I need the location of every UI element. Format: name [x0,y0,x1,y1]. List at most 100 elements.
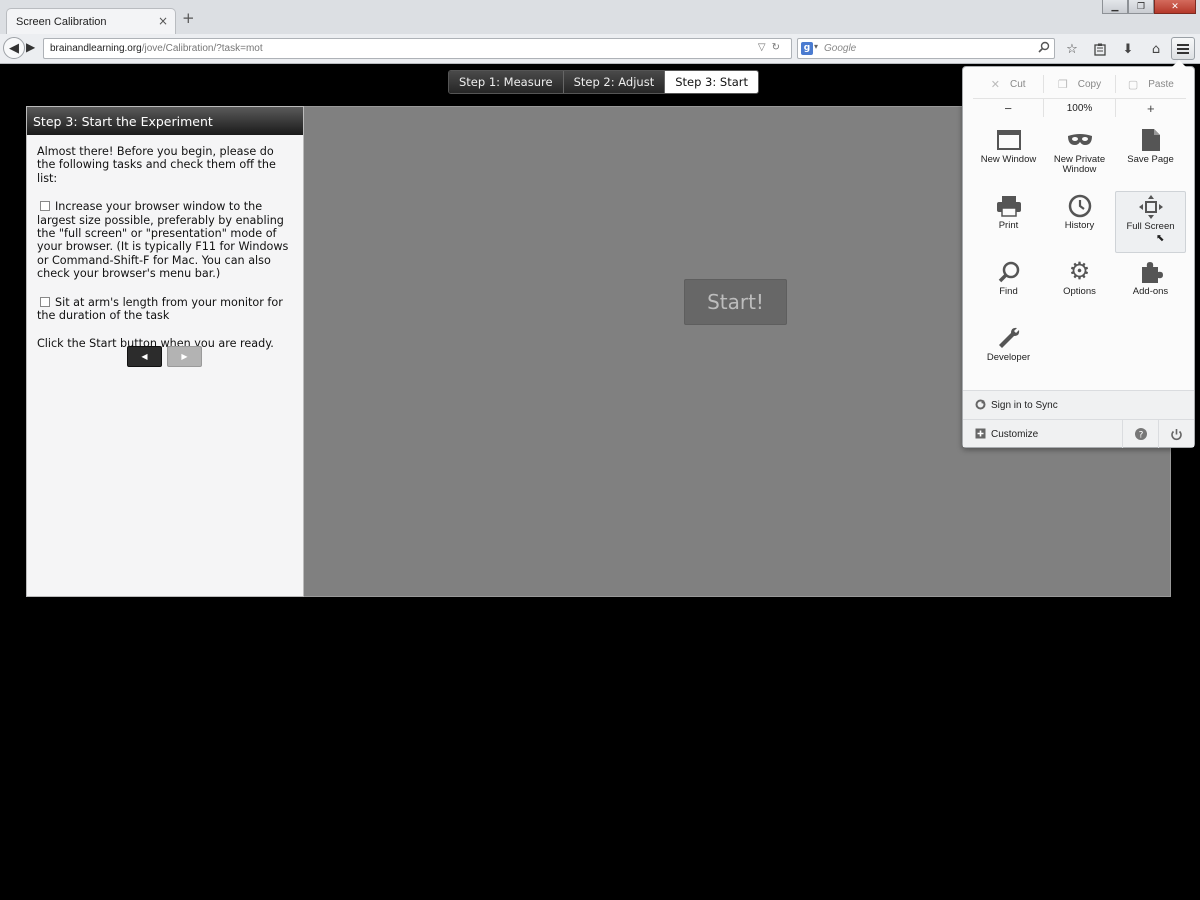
sign-in-sync-row[interactable]: Sign in to Sync [963,390,1194,419]
full-screen-icon [1116,192,1185,222]
menu-arrow [1172,60,1186,67]
help-button[interactable]: ? [1122,420,1158,448]
task-text-fullscreen: Increase your browser window to the larg… [37,200,289,281]
intro-text: Almost there! Before you begin, please d… [37,145,276,185]
caret-right-icon: ▶ [181,352,188,361]
step-adjust-tab[interactable]: Step 2: Adjust [563,71,666,93]
copy-label: Copy [1077,78,1102,90]
task-item-fullscreen: Increase your browser window to the larg… [37,200,293,280]
menu-item-developer[interactable]: Developer [973,323,1044,385]
home-icon[interactable]: ⌂ [1146,40,1166,58]
new-tab-button[interactable]: + [182,11,195,26]
menu-item-label: Save Page [1127,154,1174,165]
menu-item-new-private-window[interactable]: New Private Window [1044,125,1115,187]
menu-item-full-screen[interactable]: Full Screen ⬉ [1115,191,1186,253]
menu-item-label: Print [998,220,1019,231]
task-text-distance: Sit at arm's length from your monitor fo… [37,295,283,323]
developer-icon [973,323,1044,353]
next-step-button[interactable]: ▶ [167,346,202,367]
zoom-out-button[interactable]: − [973,99,1045,117]
menu-item-label: Find [999,286,1018,297]
start-button[interactable]: Start! [684,279,787,325]
open-menu-button[interactable] [1171,37,1195,60]
menu-item-label: Developer [986,352,1031,363]
task-checkbox-distance[interactable] [40,296,50,307]
sign-in-label: Sign in to Sync [991,400,1058,411]
engine-dropdown-icon[interactable]: ▾ [814,42,818,51]
customize-button[interactable]: Customize [991,429,1038,440]
menu-item-label: Full Screen [1126,221,1175,232]
step-navigation: Step 1: Measure Step 2: Adjust Step 3: S… [448,70,759,94]
bookmark-star-icon[interactable]: ☆ [1062,40,1082,58]
menu-item-options[interactable]: ⚙ Options [1044,257,1115,319]
step-start-tab[interactable]: Step 3: Start [665,71,758,93]
mouse-cursor-icon: ⬉ [1156,233,1165,244]
customize-plus-icon [975,428,986,439]
menu-item-label: Add-ons [1132,286,1169,297]
task-item-distance: Sit at arm's length from your monitor fo… [37,296,293,323]
close-window-icon[interactable]: ✕ [1154,0,1196,14]
find-icon [973,257,1044,287]
menu-item-label: History [1064,220,1095,231]
downloads-icon[interactable]: ⬇ [1118,40,1138,58]
add-ons-icon [1115,257,1186,287]
new-window-icon [973,125,1044,155]
help-icon: ? [1134,428,1147,441]
menu-item-new-window[interactable]: New Window [973,125,1044,187]
step-measure-tab[interactable]: Step 1: Measure [449,71,564,93]
back-arrow-icon[interactable]: ◀ [3,37,25,59]
panel-heading: Step 3: Start the Experiment [27,107,303,135]
window-controls: ▁ ❐ ✕ [1102,0,1196,14]
menu-item-history[interactable]: History [1044,191,1115,253]
maximize-icon[interactable]: ❐ [1128,0,1154,14]
menu-item-save-page[interactable]: Save Page [1115,125,1186,187]
url-bar[interactable]: brainandlearning.org/jove/Calibration/?t… [43,38,792,59]
zoom-controls: − 100% + [973,98,1186,117]
menu-item-find[interactable]: Find [973,257,1044,319]
panel-body: Almost there! Before you begin, please d… [27,135,303,376]
customize-row: Customize ? [963,419,1194,448]
reload-icon[interactable]: ↻ [772,42,786,53]
instructions-panel: Step 3: Start the Experiment Almost ther… [26,106,304,597]
menu-item-add-ons[interactable]: Add-ons [1115,257,1186,319]
paste-button[interactable]: ▢ Paste [1116,75,1186,93]
menu-item-label: Options [1063,286,1096,297]
url-path: /jove/Calibration/?task=mot [141,43,263,54]
caret-left-icon: ◀ [141,352,148,361]
search-placeholder: Google [824,43,857,54]
tab-title: Screen Calibration [16,16,107,28]
zoom-reset-button[interactable]: 100% [1044,99,1116,117]
forward-arrow-icon[interactable]: ▶ [26,40,35,54]
sync-icon [975,399,986,410]
previous-step-button[interactable]: ◀ [127,346,162,367]
menu-item-print[interactable]: Print [973,191,1044,253]
zoom-in-button[interactable]: + [1116,99,1186,117]
scissors-icon: ✕ [990,78,1000,91]
task-checkbox-fullscreen[interactable] [40,201,50,212]
search-bar[interactable]: g ▾ Google [797,38,1055,59]
search-engine-icon[interactable]: g [801,42,813,55]
hamburger-icon-line [1177,51,1189,54]
power-icon [1171,428,1182,440]
search-magnifier-icon[interactable] [1038,41,1050,56]
url-bar-icons: ▽↻ [758,42,786,53]
tab-screen-calibration[interactable]: Screen Calibration × [6,8,176,34]
paste-icon: ▢ [1127,78,1139,91]
bookmarks-list-icon[interactable] [1090,40,1110,58]
paste-label: Paste [1148,78,1174,90]
cut-button[interactable]: ✕ Cut [973,75,1045,93]
print-icon [973,191,1044,221]
menu-item-label: New Window [980,154,1037,165]
url-host: brainandlearning.org [50,43,142,54]
copy-icon: ❐ [1057,78,1068,91]
hamburger-icon [1177,43,1189,46]
minimize-icon[interactable]: ▁ [1102,0,1128,14]
quit-button[interactable] [1158,420,1194,448]
dropdown-arrow-icon[interactable]: ▽ [758,42,772,53]
edit-controls: ✕ Cut ❐ Copy ▢ Paste [973,75,1186,93]
private-window-icon [1044,125,1115,155]
firefox-menu-panel: ✕ Cut ❐ Copy ▢ Paste − 100% + New Window Ne… [962,60,1195,448]
copy-button[interactable]: ❐ Copy [1044,75,1116,93]
tab-close-icon[interactable]: × [158,14,168,28]
svg-text:?: ? [1138,431,1143,441]
